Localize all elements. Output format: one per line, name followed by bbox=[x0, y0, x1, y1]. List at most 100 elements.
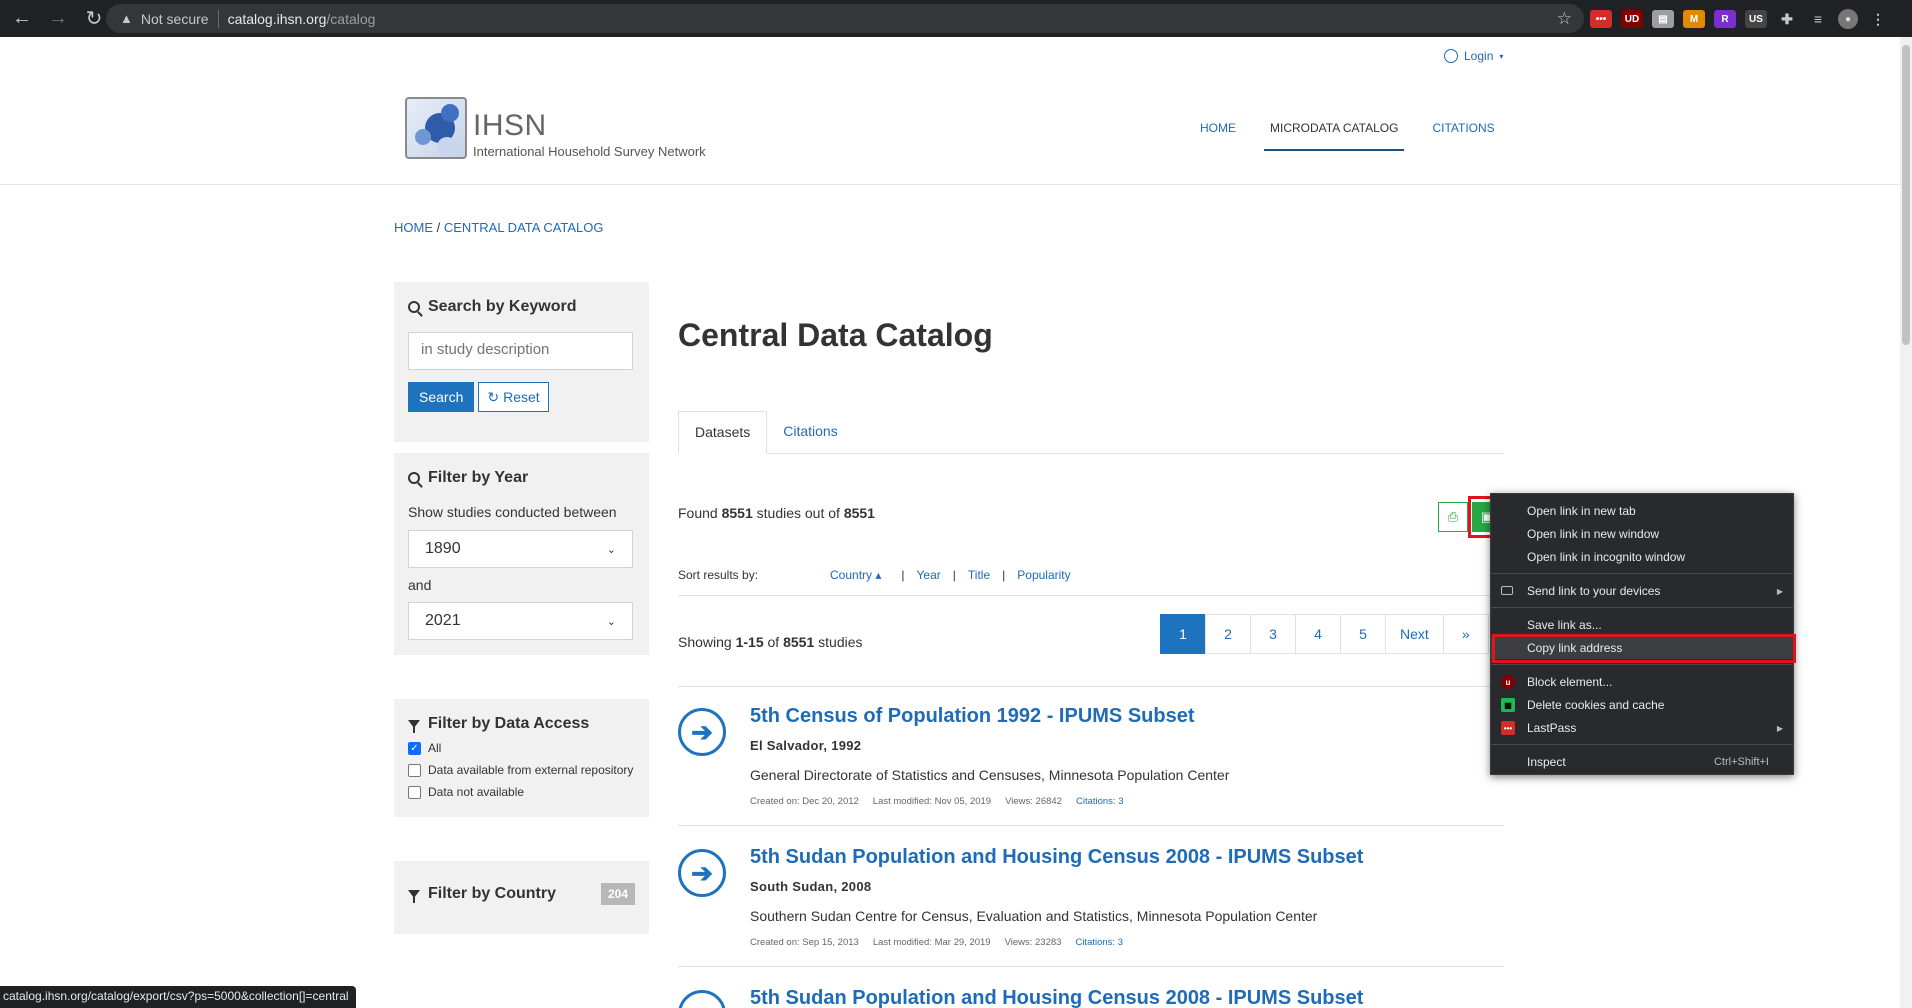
study-citations-link[interactable]: Citations: 3 bbox=[1075, 937, 1123, 948]
arrow-right-circle-icon[interactable]: ➔ bbox=[678, 708, 726, 756]
access-option-label: Data available from external repository bbox=[428, 763, 634, 777]
lastpass-extension[interactable]: ••• bbox=[1590, 10, 1612, 28]
sort-popularity[interactable]: Popularity bbox=[1017, 568, 1070, 582]
showing-summary: Showing 1-15 of 8551 studies bbox=[678, 634, 863, 650]
login-label: Login bbox=[1464, 49, 1494, 63]
main-navigation: HOME MICRODATA CATALOG CITATIONS bbox=[1172, 117, 1501, 151]
country-count-badge: 204 bbox=[600, 883, 635, 905]
access-option-all[interactable]: ✓ All bbox=[408, 741, 635, 755]
page-3[interactable]: 3 bbox=[1250, 614, 1296, 654]
devices-icon bbox=[1501, 586, 1513, 595]
arrow-right-circle-icon[interactable]: ➔ bbox=[678, 849, 726, 897]
nav-microdata-catalog[interactable]: MICRODATA CATALOG bbox=[1264, 117, 1405, 151]
ihsn-logo[interactable]: IHSN International Household Survey Netw… bbox=[405, 97, 706, 159]
address-separator bbox=[217, 9, 219, 28]
menu-label: Open link in incognito window bbox=[1527, 550, 1686, 564]
study-title[interactable]: 5th Sudan Population and Housing Census … bbox=[750, 987, 1363, 1008]
orange-extension[interactable]: M bbox=[1683, 10, 1705, 28]
reload-icon[interactable]: ↻ bbox=[80, 5, 108, 33]
country-panel-title[interactable]: Filter by Country bbox=[428, 885, 556, 903]
checkbox[interactable] bbox=[408, 763, 421, 777]
keyword-search-input[interactable]: in study description bbox=[408, 332, 633, 370]
chevron-down-icon: ⌄ bbox=[606, 543, 616, 556]
page-scrollbar[interactable] bbox=[1900, 37, 1912, 1008]
grid-extension[interactable]: ▤ bbox=[1652, 10, 1674, 28]
nav-home[interactable]: HOME bbox=[1194, 117, 1242, 151]
access-option-label: All bbox=[428, 741, 442, 755]
study-title[interactable]: 5th Census of Population 1992 - IPUMS Su… bbox=[750, 705, 1195, 728]
warning-icon[interactable]: ▲ bbox=[120, 11, 133, 26]
address-bar[interactable]: ▲ Not secure catalog.ihsn.org/catalog ☆ bbox=[106, 4, 1584, 33]
menu-separator bbox=[1491, 744, 1793, 745]
chevron-down-icon: ⌄ bbox=[606, 615, 616, 628]
sort-title[interactable]: Title bbox=[968, 568, 990, 582]
menu-open-incognito[interactable]: Open link in incognito window bbox=[1491, 546, 1793, 568]
filter-icon bbox=[408, 720, 420, 733]
menu-inspect[interactable]: Inspect Ctrl+Shift+I bbox=[1491, 751, 1793, 773]
page-4[interactable]: 4 bbox=[1295, 614, 1341, 654]
page-last[interactable]: » bbox=[1442, 614, 1489, 654]
page-1[interactable]: 1 bbox=[1160, 614, 1206, 654]
lastpass-icon: ••• bbox=[1501, 721, 1515, 735]
us-extension[interactable]: US bbox=[1745, 10, 1767, 28]
forward-icon[interactable]: → bbox=[44, 5, 72, 33]
scrollbar-thumb[interactable] bbox=[1902, 45, 1910, 345]
study-divider bbox=[678, 825, 1504, 826]
kebab-menu-icon[interactable]: ⋮ bbox=[1867, 10, 1889, 28]
menu-label: Open link in new window bbox=[1527, 527, 1660, 541]
ublock-extension[interactable]: UD bbox=[1621, 10, 1643, 28]
back-icon[interactable]: ← bbox=[8, 5, 36, 33]
access-option-not-available[interactable]: Data not available bbox=[408, 785, 635, 799]
page-next[interactable]: Next bbox=[1385, 614, 1444, 654]
breadcrumb-home[interactable]: HOME bbox=[394, 220, 433, 235]
menu-block-element[interactable]: u Block element... bbox=[1491, 671, 1793, 693]
browser-toolbar: ← → ↻ ▲ Not secure catalog.ihsn.org/cata… bbox=[0, 0, 1912, 37]
menu-label: Open link in new tab bbox=[1527, 504, 1636, 518]
pagination: 1 2 3 4 5 Next » bbox=[1160, 614, 1489, 654]
puzzle-icon[interactable]: ✚ bbox=[1776, 10, 1798, 28]
search-button[interactable]: Search bbox=[408, 382, 475, 412]
tab-citations[interactable]: Citations bbox=[767, 411, 853, 453]
sort-year[interactable]: Year bbox=[917, 568, 941, 582]
header-divider bbox=[0, 184, 1900, 185]
menu-open-new-window[interactable]: Open link in new window bbox=[1491, 523, 1793, 545]
study-country-year: South Sudan, 2008 bbox=[750, 879, 872, 894]
data-access-panel: Filter by Data Access ✓ All Data availab… bbox=[394, 699, 649, 817]
access-option-label: Data not available bbox=[428, 785, 525, 799]
bookmark-star-icon[interactable]: ☆ bbox=[1557, 9, 1572, 29]
study-citations-link[interactable]: Citations: 3 bbox=[1076, 796, 1124, 807]
menu-open-new-tab[interactable]: Open link in new tab bbox=[1491, 500, 1793, 522]
nav-citations[interactable]: CITATIONS bbox=[1426, 117, 1500, 151]
arrow-right-circle-icon[interactable]: ➔ bbox=[678, 990, 726, 1008]
page-5[interactable]: 5 bbox=[1340, 614, 1386, 654]
checkbox[interactable] bbox=[408, 785, 421, 799]
year-to-select[interactable]: 2021 ⌄ bbox=[408, 602, 633, 640]
access-option-external[interactable]: Data available from external repository bbox=[408, 763, 635, 777]
sort-bar: Sort results by: Country ▴ | Year | Titl… bbox=[678, 568, 1504, 582]
study-title[interactable]: 5th Sudan Population and Housing Census … bbox=[750, 846, 1363, 869]
menu-lastpass[interactable]: ••• LastPass ▶ bbox=[1491, 717, 1793, 739]
login-link[interactable]: Login ▾ bbox=[1444, 49, 1503, 63]
menu-label: Delete cookies and cache bbox=[1527, 698, 1665, 712]
reset-button[interactable]: ↻ Reset bbox=[478, 382, 549, 412]
security-label[interactable]: Not secure bbox=[141, 11, 209, 27]
tab-datasets[interactable]: Datasets bbox=[678, 411, 768, 454]
reading-list-icon[interactable]: ≡ bbox=[1807, 10, 1829, 28]
breadcrumb-current[interactable]: CENTRAL DATA CATALOG bbox=[444, 220, 604, 235]
printer-icon: ⎙ bbox=[1447, 509, 1459, 524]
logo-title: IHSN bbox=[473, 109, 547, 142]
print-button[interactable]: ⎙ bbox=[1438, 502, 1468, 532]
r-extension[interactable]: R bbox=[1714, 10, 1736, 28]
year-panel-title: Filter by Year bbox=[428, 469, 529, 486]
list-divider bbox=[678, 686, 1504, 687]
checkbox-checked[interactable]: ✓ bbox=[408, 741, 421, 755]
year-from-select[interactable]: 1890 ⌄ bbox=[408, 530, 633, 568]
menu-save-link-as[interactable]: Save link as... bbox=[1491, 614, 1793, 636]
menu-delete-cookies[interactable]: ▦ Delete cookies and cache bbox=[1491, 694, 1793, 716]
sort-country[interactable]: Country ▴ bbox=[830, 568, 881, 582]
page-2[interactable]: 2 bbox=[1205, 614, 1251, 654]
profile-avatar[interactable]: ● bbox=[1838, 9, 1858, 29]
submenu-arrow-icon: ▶ bbox=[1776, 723, 1783, 733]
menu-send-to-devices[interactable]: Send link to your devices ▶ bbox=[1491, 580, 1793, 602]
country-filter-panel: Filter by Country 204 bbox=[394, 861, 649, 934]
